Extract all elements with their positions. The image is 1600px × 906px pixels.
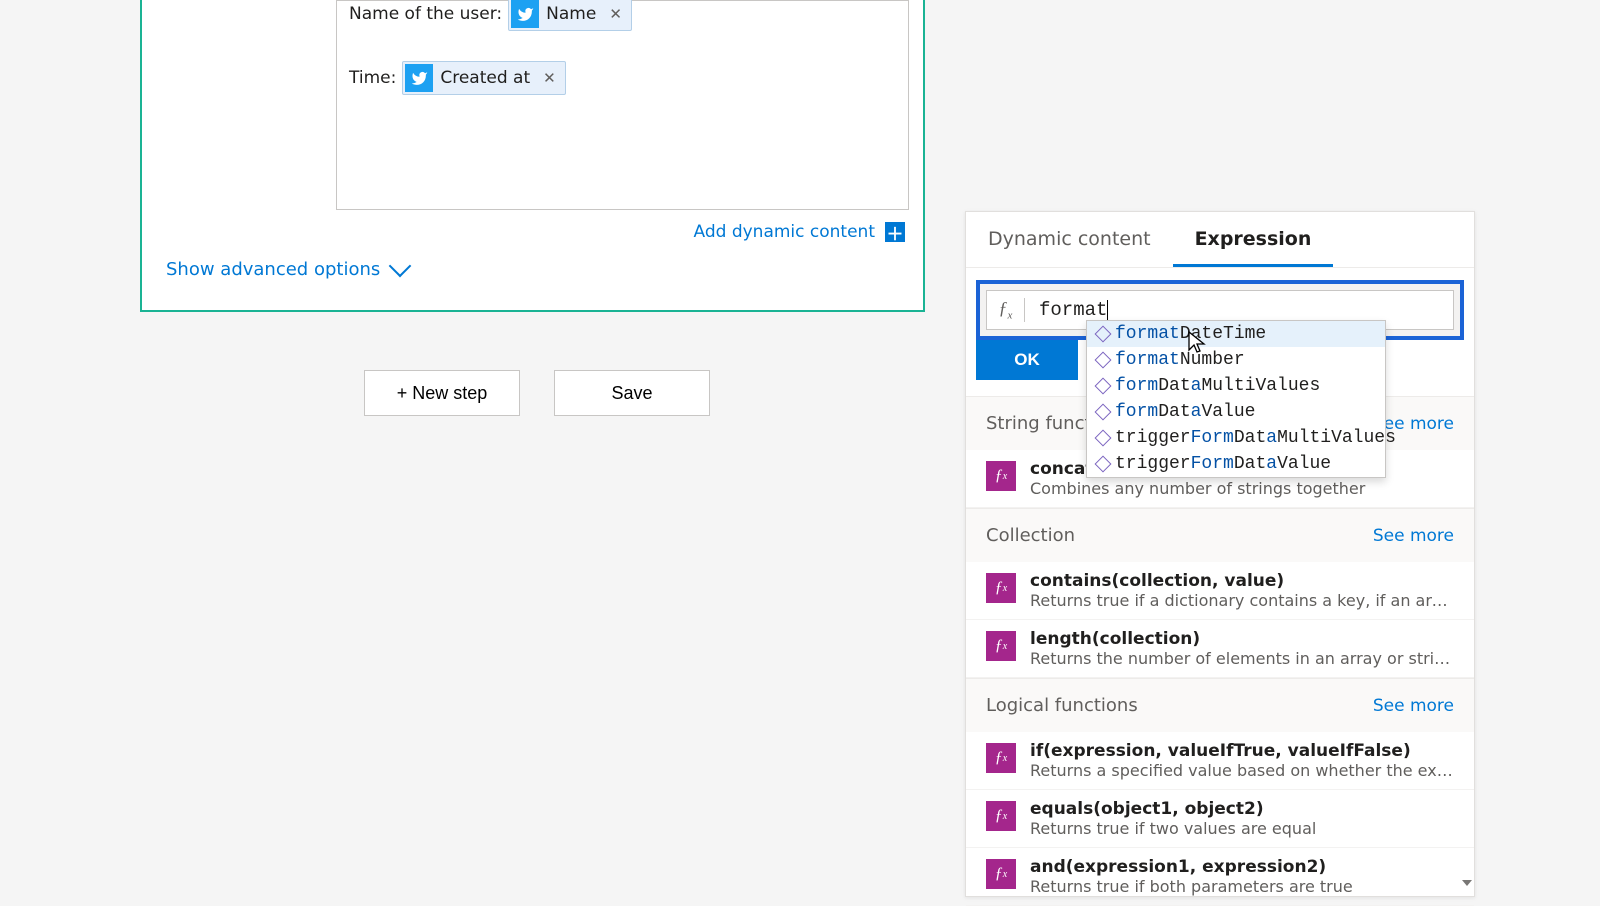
chevron-down-icon [389,255,412,278]
autocomplete-item[interactable]: formatDateTime [1087,321,1385,347]
function-signature: length(collection) [1030,629,1454,649]
twitter-icon [405,64,433,92]
scroll-down-icon[interactable] [1461,876,1473,890]
autocomplete-item[interactable]: formatNumber [1087,347,1385,373]
add-dynamic-content-label: Add dynamic content [694,222,875,242]
function-row[interactable]: ƒx contains(collection, value)Returns tru… [966,562,1474,620]
function-row[interactable]: ƒx and(expression1, expression2)Returns t… [966,848,1474,906]
fx-badge-icon: ƒx [986,859,1016,889]
twitter-icon [511,0,539,28]
show-advanced-options-link[interactable]: Show advanced options [166,258,408,280]
function-description: Combines any number of strings together [1030,479,1454,498]
category-header: Collection See more [966,508,1474,562]
autocomplete-item-label: triggerFormDataMultiValues [1115,428,1396,448]
category-name: Logical functions [986,695,1138,716]
autocomplete-dropdown: formatDateTime formatNumber formDataMultiV… [1086,320,1386,478]
cube-icon [1095,456,1112,473]
see-more-link[interactable]: See more [1373,696,1454,716]
action-card: Name of the user: Name ✕ Time: Created a… [140,0,925,312]
function-signature: equals(object1, object2) [1030,799,1454,819]
field-label-name: Name of the user: [349,4,502,24]
compose-body-textarea[interactable]: Name of the user: Name ✕ Time: Created a… [336,0,909,210]
expression-input[interactable]: format [1025,299,1453,321]
fx-badge-icon: ƒx [986,573,1016,603]
expression-panel: Dynamic content Expression ƒx format OK … [965,211,1475,897]
tab-expression[interactable]: Expression [1173,212,1334,267]
category-header: Logical functions See more [966,678,1474,732]
autocomplete-item-label: triggerFormDataValue [1115,454,1331,474]
cube-icon [1095,326,1112,343]
autocomplete-item-label: formatNumber [1115,350,1245,370]
cube-icon [1095,430,1112,447]
show-advanced-label: Show advanced options [166,259,380,280]
autocomplete-item[interactable]: formDataValue [1087,399,1385,425]
autocomplete-item[interactable]: triggerFormDataValue [1087,451,1385,477]
cube-icon [1095,404,1112,421]
cube-icon [1095,378,1112,395]
function-description: Returns a specified value based on wheth… [1030,761,1454,780]
fx-badge-icon: ƒx [986,743,1016,773]
token-text: Created at [440,68,530,88]
tab-dynamic-content[interactable]: Dynamic content [966,212,1173,267]
function-description: Returns true if a dictionary contains a … [1030,591,1454,610]
remove-token-icon[interactable]: ✕ [606,5,625,23]
function-description: Returns true if both parameters are true [1030,877,1454,896]
autocomplete-item-label: formDataMultiValues [1115,376,1320,396]
field-label-time: Time: [349,68,396,88]
remove-token-icon[interactable]: ✕ [540,69,559,87]
function-row[interactable]: ƒx if(expression, valueIfTrue, valueIfFal… [966,732,1474,790]
autocomplete-item-label: formatDateTime [1115,324,1266,344]
token-text: Name [546,4,596,24]
autocomplete-item[interactable]: formDataMultiValues [1087,373,1385,399]
add-dynamic-content-icon[interactable]: ＋ [885,222,905,242]
autocomplete-item-label: formDataValue [1115,402,1255,422]
function-signature: and(expression1, expression2) [1030,857,1454,877]
token-created-at[interactable]: Created at ✕ [402,61,565,95]
function-row[interactable]: ƒx length(collection)Returns the number o… [966,620,1474,678]
function-row[interactable]: ƒx equals(object1, object2)Returns true i… [966,790,1474,848]
fx-badge-icon: ƒx [986,631,1016,661]
autocomplete-item[interactable]: triggerFormDataMultiValues [1087,425,1385,451]
category-name: Collection [986,525,1075,546]
function-description: Returns true if two values are equal [1030,819,1454,838]
function-signature: contains(collection, value) [1030,571,1454,591]
save-button[interactable]: Save [554,370,710,416]
new-step-button[interactable]: + New step [364,370,520,416]
fx-icon: ƒx [987,298,1025,322]
function-description: Returns the number of elements in an arr… [1030,649,1454,668]
fx-badge-icon: ƒx [986,801,1016,831]
ok-button[interactable]: OK [976,340,1078,380]
panel-tabs: Dynamic content Expression [966,212,1474,268]
token-name[interactable]: Name ✕ [508,0,632,31]
see-more-link[interactable]: See more [1373,526,1454,546]
function-signature: if(expression, valueIfTrue, valueIfFalse… [1030,741,1454,761]
fx-badge-icon: ƒx [986,461,1016,491]
add-dynamic-content-link[interactable]: Add dynamic content ＋ [694,222,905,242]
cube-icon [1095,352,1112,369]
